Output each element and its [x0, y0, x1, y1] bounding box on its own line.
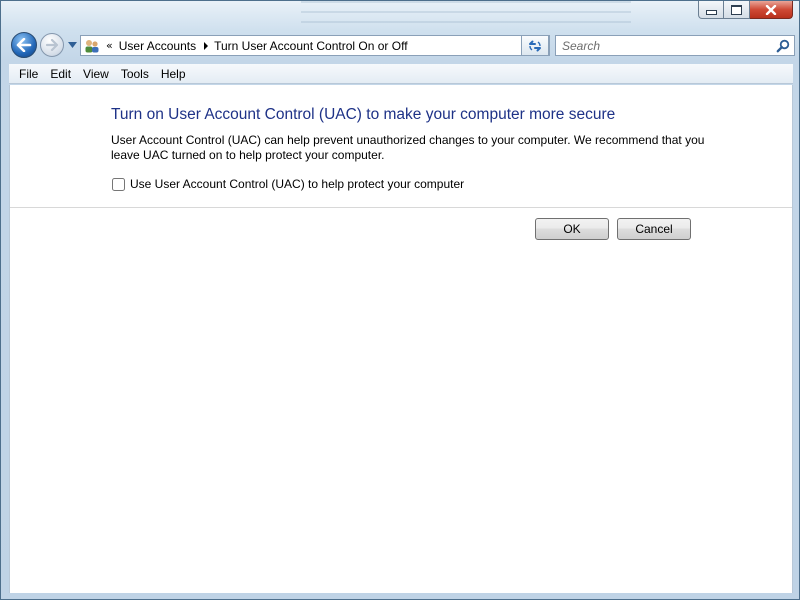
ok-button[interactable]: OK [535, 218, 609, 240]
search-input[interactable] [560, 36, 774, 55]
breadcrumb-user-accounts[interactable]: User Accounts [119, 39, 196, 53]
search-button[interactable] [774, 37, 792, 54]
cancel-button[interactable]: Cancel [617, 218, 691, 240]
breadcrumb-current-page[interactable]: Turn User Account Control On or Off [214, 39, 407, 53]
navigation-bar: « User Accounts Turn User Account Contro… [9, 30, 795, 60]
back-arrow-icon [16, 38, 32, 52]
close-button[interactable] [750, 1, 793, 19]
refresh-icon [529, 40, 541, 51]
maximize-button[interactable] [724, 1, 750, 19]
address-overflow-chevron[interactable]: « [106, 39, 113, 52]
chevron-down-icon [67, 42, 77, 48]
menu-bar: File Edit View Tools Help [9, 64, 793, 84]
search-box [555, 35, 795, 56]
menu-view[interactable]: View [77, 67, 115, 81]
uac-checkbox-label[interactable]: Use User Account Control (UAC) to help p… [130, 177, 464, 191]
search-icon [776, 39, 790, 52]
explorer-window: « User Accounts Turn User Account Contro… [0, 0, 800, 600]
close-icon [765, 4, 777, 15]
back-button[interactable] [11, 32, 37, 58]
breadcrumb-separator-icon[interactable] [204, 41, 209, 50]
forward-button[interactable] [40, 33, 64, 57]
minimize-icon [705, 10, 717, 15]
maximize-icon [731, 4, 742, 15]
menu-edit[interactable]: Edit [44, 67, 77, 81]
user-accounts-icon [85, 39, 99, 52]
forward-arrow-icon [45, 39, 59, 51]
uac-checkbox[interactable] [112, 177, 125, 191]
refresh-button[interactable] [521, 35, 549, 56]
divider [10, 207, 792, 208]
caption-buttons [698, 1, 793, 19]
content-pane: Turn on User Account Control (UAC) to ma… [9, 85, 793, 593]
address-bar[interactable]: « User Accounts Turn User Account Contro… [80, 35, 550, 56]
menu-help[interactable]: Help [155, 67, 192, 81]
menu-tools[interactable]: Tools [115, 67, 155, 81]
minimize-button[interactable] [698, 1, 724, 19]
recent-pages-button[interactable] [67, 40, 77, 50]
page-description: User Account Control (UAC) can help prev… [111, 133, 705, 162]
glass-reflection [301, 1, 631, 31]
uac-checkbox-row[interactable]: Use User Account Control (UAC) to help p… [112, 177, 464, 191]
menu-file[interactable]: File [13, 67, 44, 81]
page-title: Turn on User Account Control (UAC) to ma… [111, 106, 616, 123]
